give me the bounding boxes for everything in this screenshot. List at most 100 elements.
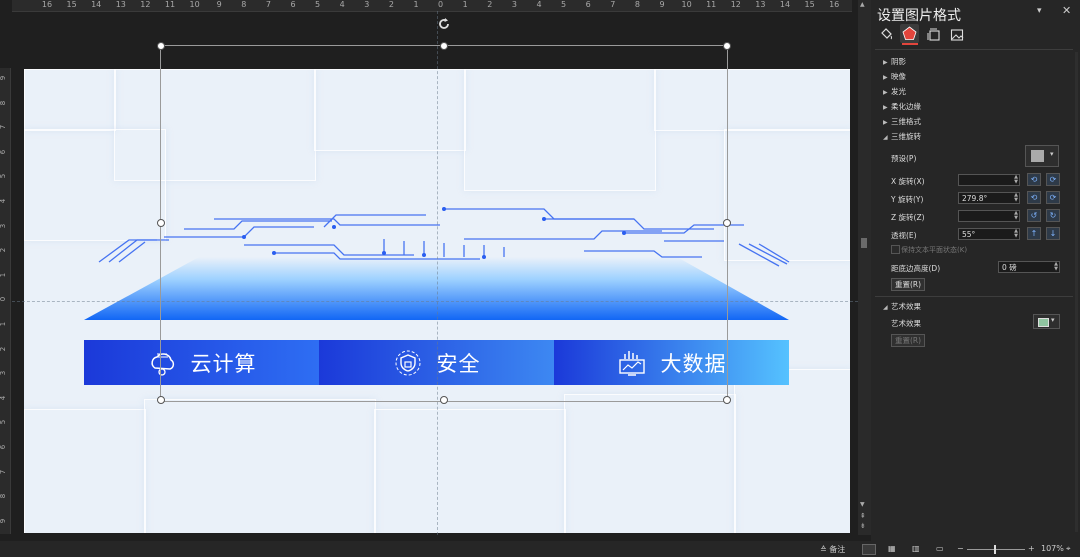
artistic-effect-swatch [1038,318,1049,327]
resize-handle-top-left[interactable] [157,42,165,50]
spinner-icon[interactable]: ▲ ▼ [1014,229,1018,239]
ruler-tick-label: 8 [634,0,640,9]
effects-tab[interactable] [900,24,919,43]
scroll-down-icon[interactable]: ▼ [860,501,865,508]
keep-text-flat-checkbox[interactable] [891,245,900,254]
preset-dropdown[interactable]: ▾ [1025,145,1059,167]
ruler-tick-label: 6 [585,0,591,9]
slide-sorter-icon[interactable]: ▦ [888,544,896,553]
rotate-left-icon[interactable]: ⟲ [1027,173,1041,186]
spinner-icon[interactable]: ▲ ▼ [1014,211,1018,221]
resize-handle-left[interactable] [157,219,165,227]
ruler-tick-label: 0 [438,0,444,9]
spinner-icon[interactable]: ▲ ▼ [1014,175,1018,185]
decrease-perspective-icon[interactable]: ↓ [1046,227,1060,240]
perspective-input[interactable]: 55° ▲ ▼ [958,228,1020,240]
reading-view-icon[interactable]: ▥ [912,544,920,553]
section-label: 三维旋转 [891,132,921,141]
ruler-tick-label: 5 [0,420,8,425]
normal-view-icon[interactable] [862,544,876,555]
section-3d-rotation[interactable]: ◢ 三维旋转 [883,131,921,142]
zoom-slider[interactable] [967,549,1025,550]
ruler-tick-label: 3 [364,0,370,9]
ruler-tick-label: 9 [659,0,665,9]
ruler-tick-label: 12 [140,0,151,9]
pane-scrollbar[interactable] [1075,52,1078,532]
zoom-out-icon[interactable]: − [957,544,964,553]
scroll-up-icon[interactable]: ▲ [860,1,865,8]
rotate-right-icon[interactable]: ⟳ [1046,173,1060,186]
spinner-icon[interactable]: ▲ ▼ [1014,193,1018,203]
pane-title: 设置图片格式 [877,8,961,24]
field-value: 0 磅 [1002,263,1017,272]
rotate-handle-icon[interactable] [436,16,452,32]
fit-to-window-icon[interactable]: ⌖ [1066,544,1071,554]
ruler-tick-label: 8 [241,0,247,9]
ruler-tick-label: 4 [0,198,8,204]
section-3d-format[interactable]: ▶ 三维格式 [883,116,921,127]
section-label: 发光 [891,87,906,96]
ruler-tick-label: 9 [0,75,8,81]
increase-perspective-icon[interactable]: ↑ [1027,227,1041,240]
resize-handle-top-right[interactable] [723,42,731,50]
ruler-tick-label: 8 [0,100,8,105]
close-pane-icon[interactable]: ✕ [1062,4,1071,17]
pane-options-dropdown-icon[interactable]: ▾ [1037,6,1042,16]
field-value: 55° [962,230,976,239]
ruler-tick-label: 8 [0,493,8,499]
ruler-tick-label: 7 [265,0,271,9]
z-rotation-label: Z 旋转(Z) [891,213,925,222]
section-glow[interactable]: ▶ 发光 [883,86,906,97]
x-rotation-input[interactable]: ▲ ▼ [958,174,1020,186]
rotate-up-icon[interactable]: ⟲ [1027,191,1041,204]
zoom-slider-thumb[interactable] [994,545,996,554]
rotate-counterclockwise-icon[interactable]: ↺ [1027,209,1041,222]
resize-handle-top[interactable] [440,42,448,50]
ruler-tick-label: 5 [0,174,8,179]
ruler-tick-label: 6 [0,444,8,450]
expand-icon: ▶ [883,74,888,81]
y-rotation-input[interactable]: 279.8° ▲ ▼ [958,192,1020,204]
expand-icon: ▶ [883,119,888,126]
section-soft-edges[interactable]: ▶ 柔化边缘 [883,101,921,112]
section-shadow[interactable]: ▶ 阴影 [883,56,906,67]
ruler-tick-label: 2 [0,346,8,351]
z-rotation-input[interactable]: ▲ ▼ [958,210,1020,222]
ruler-tick-label: 13 [115,0,126,9]
section-label: 艺术效果 [891,302,921,311]
notes-button[interactable]: ≙ 备注 [820,544,845,555]
ruler-tick-label: 1 [462,0,468,9]
resize-handle-bottom[interactable] [440,396,448,404]
reset-rotation-button[interactable]: 重置(R) [891,278,925,291]
distance-from-ground-input[interactable]: 0 磅 ▲ ▼ [998,261,1060,273]
ruler-tick-label: 7 [610,0,616,9]
ruler-tick-label: 16 [829,0,840,9]
ruler-tick-label: 9 [0,518,8,524]
picture-icon[interactable] [950,28,964,42]
keep-text-flat-label: 保持文本平面状态(K) [901,246,968,254]
reset-artistic-button[interactable]: 重置(R) [891,334,925,347]
slideshow-icon[interactable]: ▭ [936,544,944,553]
spinner-icon[interactable]: ▲ ▼ [1054,262,1058,272]
resize-handle-right[interactable] [723,219,731,227]
picture-selection-frame[interactable] [160,45,728,402]
artistic-effect-dropdown[interactable]: ▾ [1033,314,1060,329]
ruler-tick-label: 4 [339,0,345,9]
resize-handle-bottom-right[interactable] [723,396,731,404]
preset-swatch [1031,150,1044,162]
section-reflection[interactable]: ▶ 映像 [883,71,906,82]
previous-slide-icon[interactable]: ⇞ [860,512,866,520]
zoom-in-icon[interactable]: + [1028,544,1035,553]
chevron-down-icon: ▾ [1051,316,1055,324]
resize-handle-bottom-left[interactable] [157,396,165,404]
zoom-level[interactable]: 107% [1041,544,1064,553]
section-artistic-effects[interactable]: ◢ 艺术效果 [883,301,921,312]
rotate-down-icon[interactable]: ⟳ [1046,191,1060,204]
next-slide-icon[interactable]: ⇟ [860,522,866,530]
expand-icon: ▶ [883,89,888,96]
size-icon[interactable] [927,28,941,42]
scroll-thumb[interactable] [861,238,867,248]
canvas-vertical-scrollbar[interactable]: ▲ ▼ ⇞ ⇟ [858,0,871,535]
rotate-clockwise-icon[interactable]: ↻ [1046,209,1060,222]
paint-bucket-icon[interactable] [879,27,893,41]
